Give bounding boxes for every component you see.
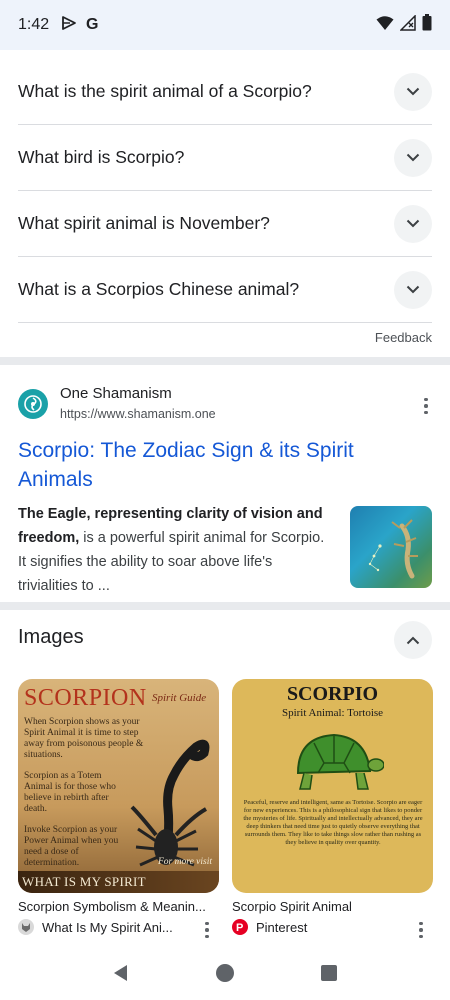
battery-icon — [422, 14, 432, 36]
chevron-down-icon[interactable] — [394, 138, 432, 177]
wifi-icon — [376, 15, 394, 36]
image-caption[interactable]: Scorpion Symbolism & Meanin... — [18, 899, 206, 914]
site-logo-icon — [18, 389, 48, 419]
paa-question: What is the spirit animal of a Scorpio? — [18, 81, 312, 101]
system-nav-bar — [0, 950, 450, 1000]
image-source-name: Pinterest — [256, 919, 308, 935]
section-divider — [0, 357, 450, 365]
scorpion-illustration — [130, 739, 210, 867]
image-card-subtitle: Spirit Animal: Tortoise — [281, 707, 384, 719]
back-icon[interactable] — [112, 964, 130, 987]
result-thumbnail[interactable] — [350, 506, 432, 588]
image-source[interactable]: P Pinterest — [232, 919, 307, 935]
paa-question: What spirit animal is November? — [18, 213, 270, 233]
image-source-name: What Is My Spirit Ani... — [42, 919, 173, 935]
image-card-text: Invoke Scorpion as your Power Animal whe… — [24, 825, 119, 868]
paa-question: What is a Scorpios Chinese animal? — [18, 279, 300, 299]
paa-item[interactable]: What is the spirit animal of a Scorpio? — [18, 59, 432, 125]
image-card-title: SCORPIO — [286, 683, 379, 705]
recents-icon[interactable] — [320, 964, 338, 987]
section-divider — [0, 602, 450, 610]
image-card-text: For more visit — [158, 857, 213, 867]
feedback-link[interactable]: Feedback — [375, 330, 432, 345]
paa-item[interactable]: What bird is Scorpio? — [18, 125, 432, 191]
result-title-link[interactable]: Scorpio: The Zodiac Sign & its Spirit An… — [18, 436, 398, 494]
status-bar: 1:42 G — [0, 0, 450, 50]
image-card-title: SCORPION — [24, 685, 147, 711]
image-card-footer: WHAT IS MY SPIRIT ANIMAL.COM — [22, 874, 146, 893]
chevron-up-icon[interactable] — [394, 621, 432, 659]
status-time: 1:42 — [18, 16, 50, 33]
pinterest-icon: P — [232, 919, 248, 935]
more-options-icon[interactable] — [199, 920, 215, 940]
images-section-title: Images — [18, 626, 84, 648]
paa-item[interactable]: What spirit animal is November? — [18, 191, 432, 257]
home-icon[interactable] — [215, 963, 235, 988]
result-site-header[interactable]: One Shamanism https://www.shamanism.one — [18, 385, 432, 425]
image-card-scorpion[interactable]: SCORPION Spirit Guide When Scorpion show… — [18, 679, 219, 893]
image-card-text: Scorpion as a Totem Animal is for those … — [24, 771, 116, 814]
chevron-down-icon[interactable] — [394, 72, 432, 111]
site-url: https://www.shamanism.one — [60, 407, 216, 421]
chevron-down-icon[interactable] — [394, 204, 432, 243]
svg-text:P: P — [236, 922, 243, 933]
more-options-icon[interactable] — [418, 396, 434, 416]
result-snippet: The Eagle, representing clarity of visio… — [18, 502, 330, 598]
image-source[interactable]: What Is My Spirit Ani... — [18, 919, 173, 935]
more-options-icon[interactable] — [413, 920, 429, 940]
image-card-subtitle: Spirit Guide — [152, 692, 207, 704]
paa-item[interactable]: What is a Scorpios Chinese animal? — [18, 257, 432, 323]
chevron-down-icon[interactable] — [394, 270, 432, 309]
image-card-text: Peaceful, reserve and intelligent, same … — [243, 799, 423, 846]
image-caption[interactable]: Scorpio Spirit Animal — [232, 899, 352, 914]
cell-signal-icon — [399, 13, 416, 36]
play-protect-icon — [61, 15, 77, 36]
site-name: One Shamanism — [60, 385, 172, 402]
image-card-tortoise[interactable]: SCORPIO Spirit Animal: Tortoise Peaceful… — [232, 679, 433, 893]
wolf-logo-icon — [18, 919, 34, 935]
google-g-icon: G — [85, 15, 101, 36]
tortoise-illustration — [296, 733, 384, 790]
paa-question: What bird is Scorpio? — [18, 147, 185, 167]
svg-text:G: G — [86, 16, 98, 31]
